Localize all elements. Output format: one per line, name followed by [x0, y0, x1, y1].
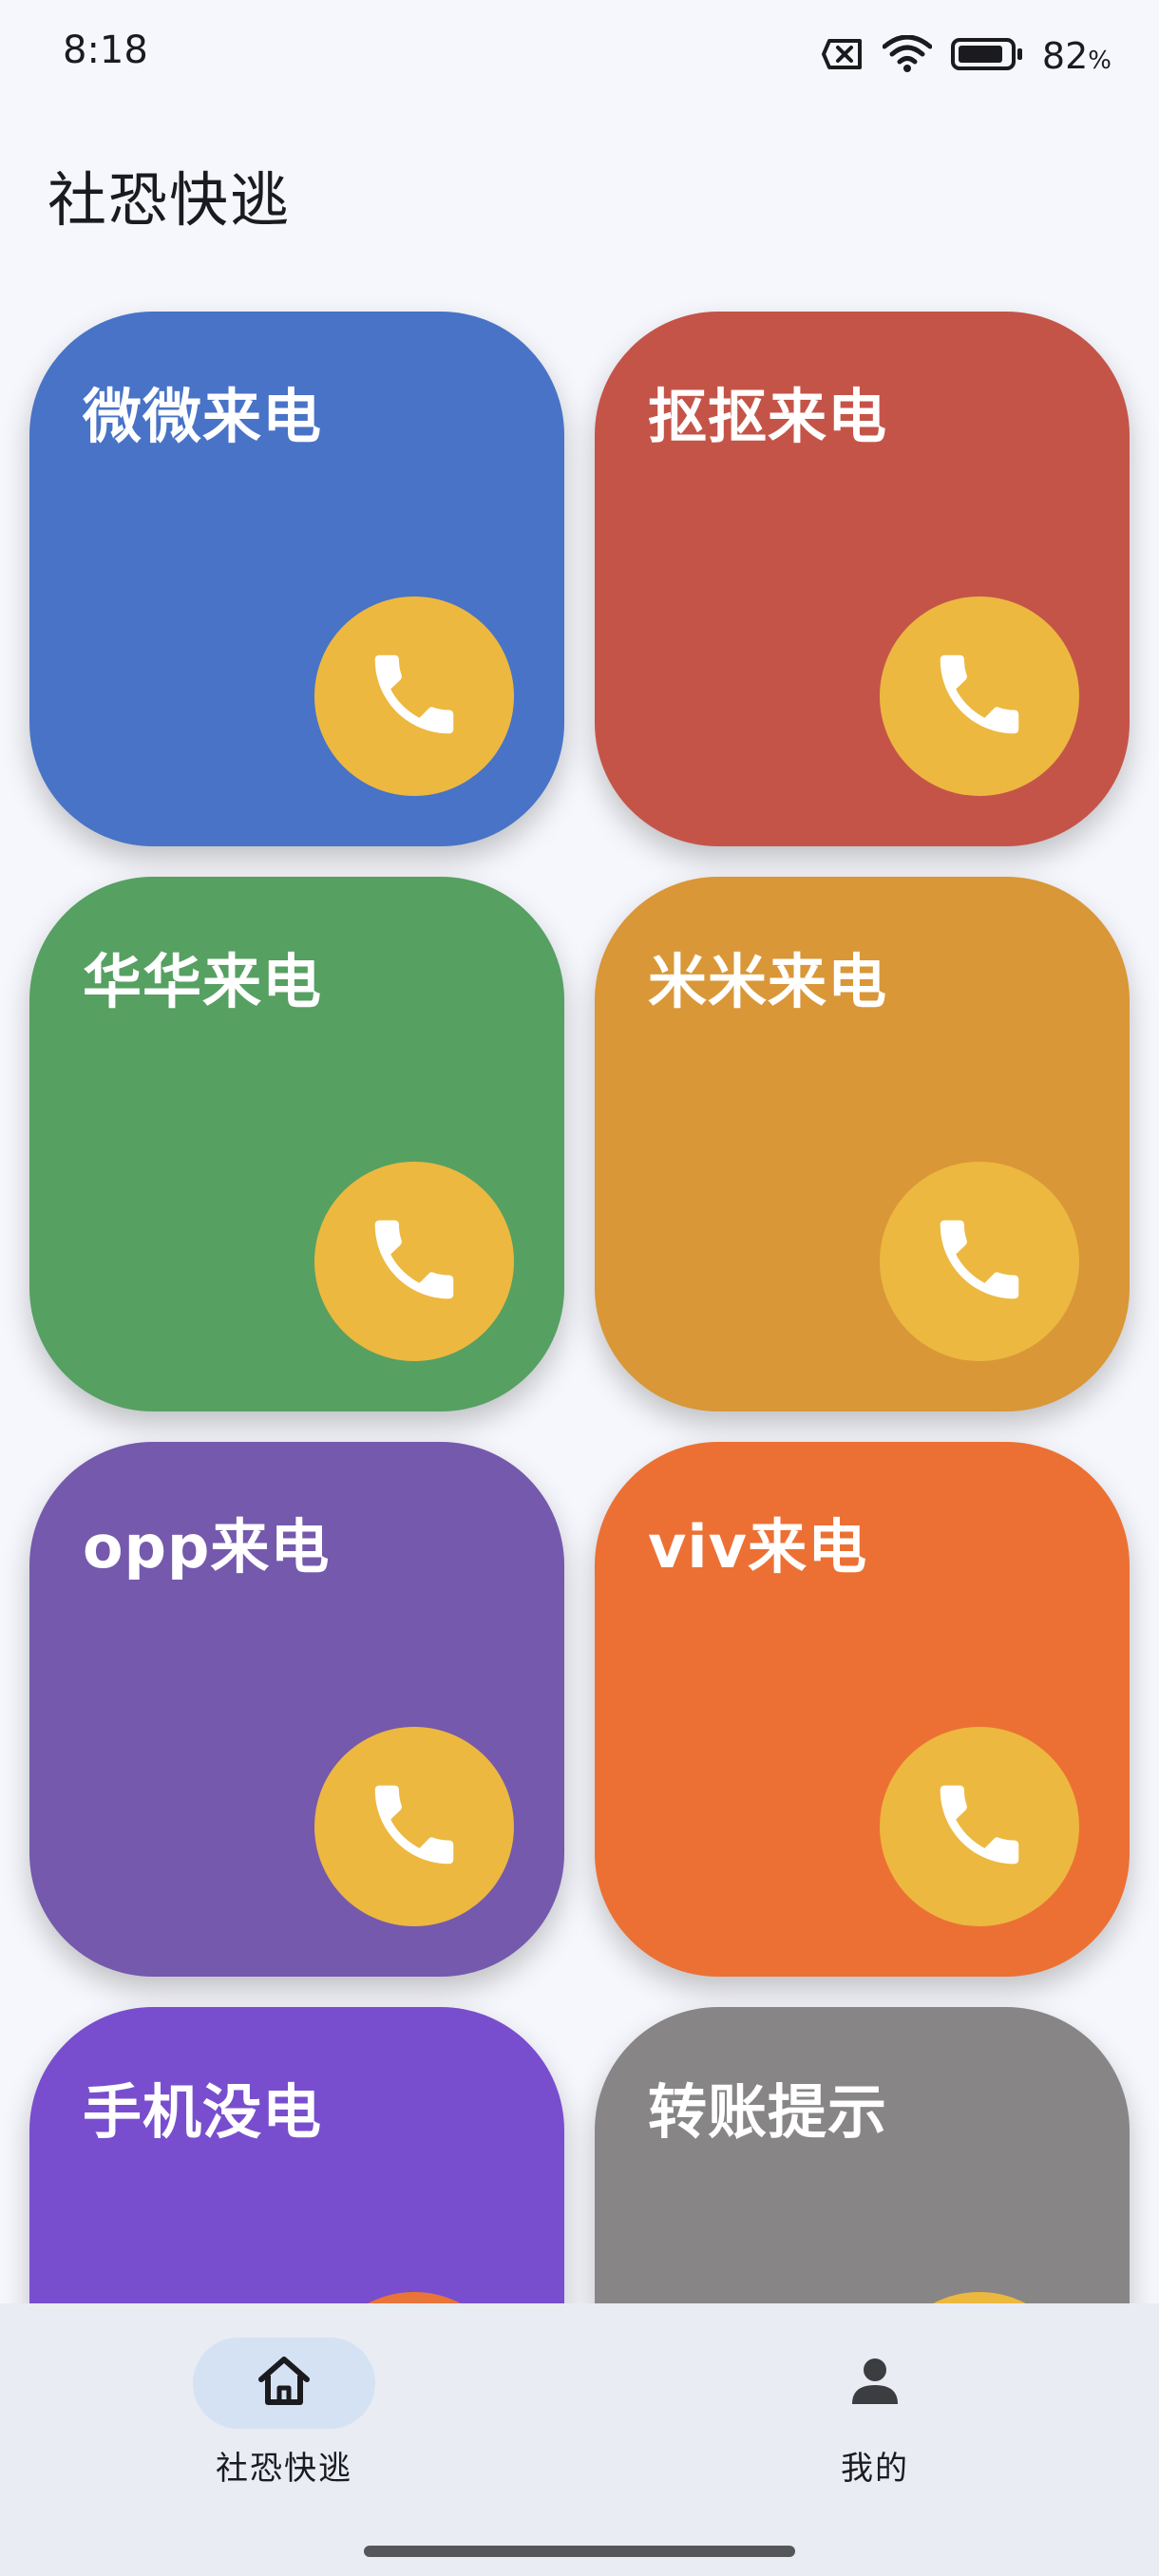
call-button[interactable]	[314, 2292, 514, 2303]
home-indicator[interactable]	[364, 2546, 795, 2557]
page-title: 社恐快逃	[48, 165, 292, 235]
nav-pill-home[interactable]	[193, 2338, 375, 2429]
card-grid: 微微来电 抠抠来电 华华来电 米米来电 opp来电 viv来电 手机没电 转账提…	[0, 285, 1159, 2303]
card-label: 转账提示	[648, 2077, 888, 2147]
card-mimi-call[interactable]: 米米来电	[595, 877, 1130, 1411]
phone-icon	[927, 642, 1032, 750]
nav-pill-mine[interactable]	[784, 2338, 966, 2429]
nav-label-home: 社恐快逃	[216, 2450, 352, 2488]
bottom-nav: 社恐快逃 我的	[0, 2303, 1159, 2576]
status-time: 8:18	[63, 28, 148, 72]
card-label: 米米来电	[648, 947, 888, 1016]
status-icons: 82%	[821, 32, 1112, 80]
card-label: 华华来电	[83, 947, 323, 1016]
battery-icon	[950, 37, 1023, 75]
status-bar: 8:18 82%	[0, 0, 1159, 104]
nav-item-home[interactable]: 社恐快逃	[142, 2338, 427, 2528]
card-huahua-call[interactable]: 华华来电	[29, 877, 564, 1411]
call-button[interactable]	[314, 597, 514, 796]
call-button[interactable]	[880, 1162, 1079, 1361]
call-button[interactable]	[880, 597, 1079, 796]
phone-icon	[362, 1772, 466, 1881]
phone-icon	[927, 1772, 1032, 1881]
card-label: 手机没电	[83, 2077, 323, 2147]
call-button[interactable]	[314, 1162, 514, 1361]
phone-icon	[927, 1207, 1032, 1316]
home-icon	[256, 2355, 313, 2412]
card-viv-call[interactable]: viv来电	[595, 1442, 1130, 1977]
card-label: 抠抠来电	[648, 382, 888, 451]
call-button[interactable]	[314, 1727, 514, 1926]
call-button[interactable]	[880, 2292, 1079, 2303]
sim-error-icon	[821, 38, 864, 74]
card-label: opp来电	[83, 1512, 331, 1582]
card-opp-call[interactable]: opp来电	[29, 1442, 564, 1977]
person-icon	[848, 2355, 902, 2412]
nav-item-mine[interactable]: 我的	[732, 2338, 1017, 2528]
nav-label-mine: 我的	[841, 2450, 909, 2488]
card-koukou-call[interactable]: 抠抠来电	[595, 312, 1130, 846]
call-button[interactable]	[880, 1727, 1079, 1926]
card-label: viv来电	[648, 1512, 868, 1582]
app-screen: 8:18 82% 社恐快逃 微微来电 抠抠来电 华华来电 米米来电 opp来电 …	[0, 0, 1159, 2576]
phone-icon	[362, 642, 466, 750]
wifi-icon	[882, 34, 933, 77]
battery-percent: 82%	[1041, 35, 1112, 77]
card-low-battery[interactable]: 手机没电	[29, 2007, 564, 2303]
card-transfer-alert[interactable]: 转账提示	[595, 2007, 1130, 2303]
card-weiwei-call[interactable]: 微微来电	[29, 312, 564, 846]
card-label: 微微来电	[83, 382, 323, 451]
phone-icon	[362, 1207, 466, 1316]
